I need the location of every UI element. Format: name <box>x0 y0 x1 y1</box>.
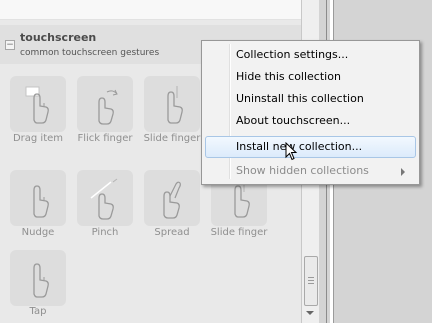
mouse-cursor-icon <box>285 142 298 161</box>
submenu-arrow-icon <box>401 168 405 176</box>
gesture-pinch[interactable] <box>77 170 133 226</box>
menu-item-collection-settings[interactable]: Collection settings... <box>236 45 348 65</box>
previous-collection-area <box>0 0 301 20</box>
gesture-drag-item[interactable] <box>10 76 66 132</box>
gesture-nudge[interactable] <box>10 170 66 226</box>
grip-line <box>308 280 314 281</box>
drag-item-gesture-icon <box>25 86 49 124</box>
scrollbar-thumb[interactable] <box>304 256 318 306</box>
collapse-toggle[interactable]: − <box>5 40 15 50</box>
gesture-slide-finger[interactable] <box>144 76 200 132</box>
pinch-gesture-icon <box>90 178 118 220</box>
tap-gesture-icon <box>33 263 49 298</box>
gesture-label: Tap <box>29 306 47 317</box>
menu-item-show-hidden-collections[interactable]: Show hidden collections <box>236 161 369 181</box>
menu-item-install-new-collection[interactable]: Install new collection... <box>236 137 362 157</box>
menu-item-about-collection[interactable]: About touchscreen... <box>236 111 350 131</box>
collection-subtitle: common touchscreen gestures <box>20 48 160 58</box>
scroll-down-icon[interactable] <box>306 311 314 315</box>
gesture-label: Slide finger <box>210 227 268 238</box>
spread-gesture-icon <box>163 181 181 219</box>
collection-title: touchscreen <box>20 31 97 44</box>
nudge-gesture-icon <box>33 185 49 218</box>
slide-finger-gesture-icon <box>167 86 183 124</box>
gesture-flick-finger[interactable] <box>77 76 133 132</box>
menu-item-hide-collection[interactable]: Hide this collection <box>236 67 341 87</box>
context-menu: Collection settings... Hide this collect… <box>201 40 420 185</box>
gesture-tap[interactable] <box>10 250 66 306</box>
grip-line <box>308 277 314 278</box>
menu-item-uninstall-collection[interactable]: Uninstall this collection <box>236 89 364 109</box>
gesture-spread[interactable] <box>144 170 200 226</box>
flick-finger-gesture-icon <box>98 89 118 125</box>
menu-gutter <box>229 44 231 179</box>
grip-line <box>308 283 314 284</box>
gesture-label: Slide finger <box>143 133 201 144</box>
